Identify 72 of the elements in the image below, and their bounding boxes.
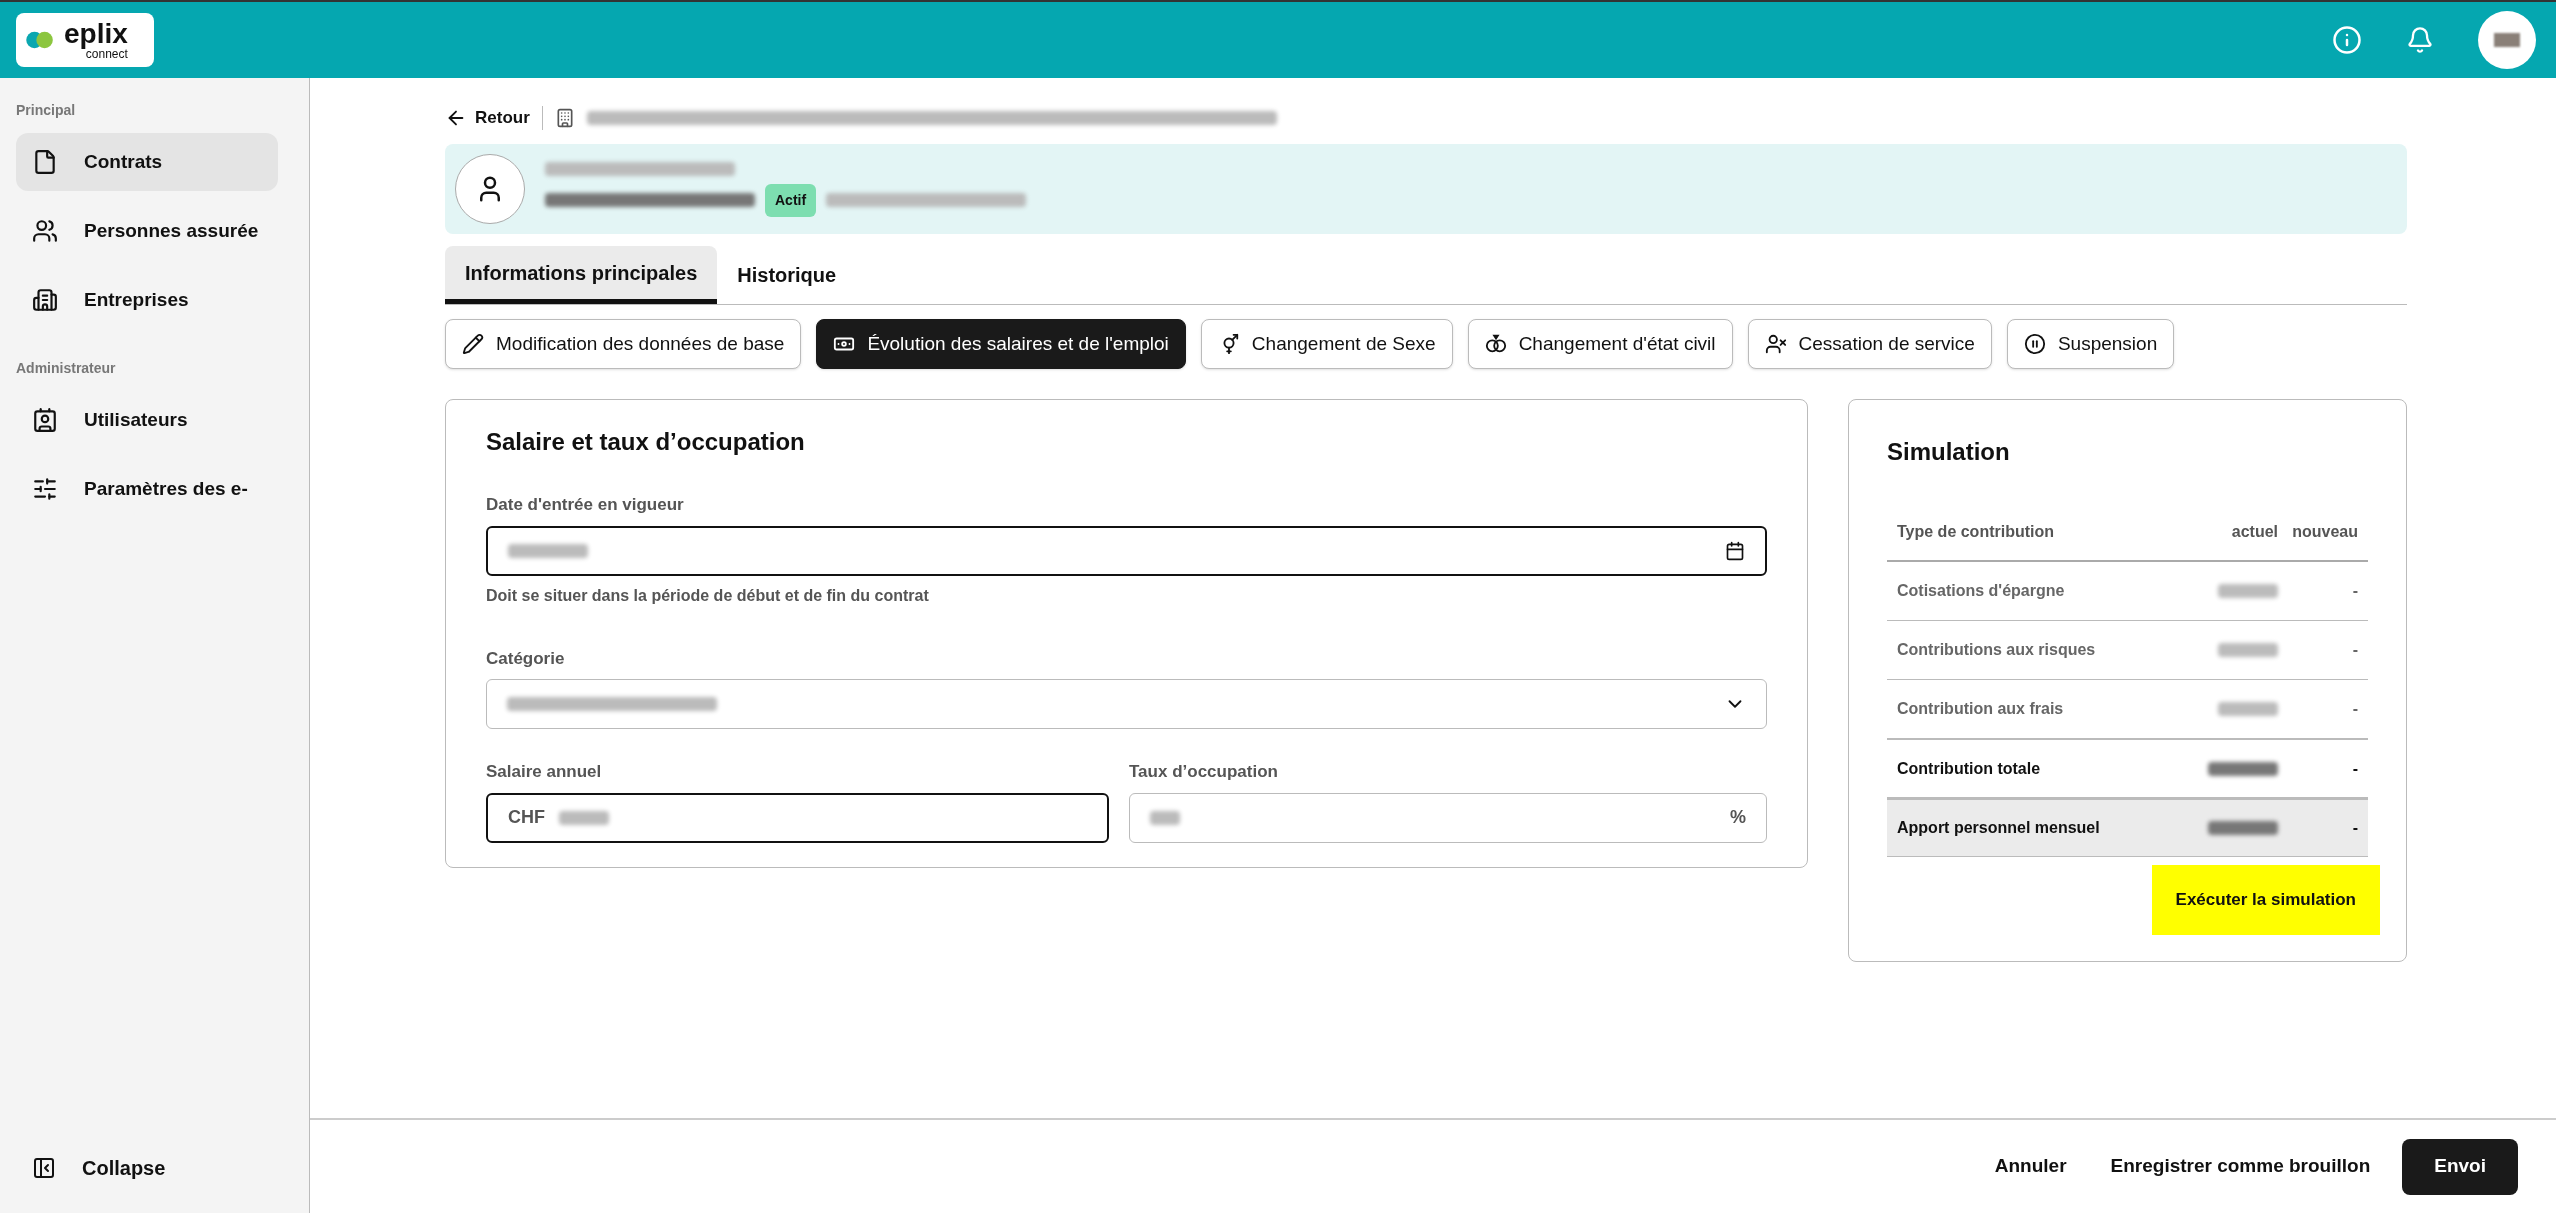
sidebar-item[interactable]: Utilisateurs: [16, 391, 278, 449]
info-icon[interactable]: [2332, 25, 2362, 55]
field-label: Salaire annuel: [486, 761, 603, 783]
salary-input-field[interactable]: CHF: [486, 792, 1109, 843]
action-button[interactable]: Modification des données de base: [445, 319, 802, 369]
tab[interactable]: Informations principales: [445, 246, 718, 304]
logo-mark-icon: [24, 29, 56, 51]
run-simulation-button[interactable]: Exécuter la simulation: [2151, 865, 2380, 935]
tab[interactable]: Historique: [717, 246, 857, 304]
field-label: Date d'entrée en vigueur: [486, 494, 685, 516]
currency-prefix: CHF: [508, 806, 545, 829]
notification-bell-icon[interactable]: [2406, 26, 2434, 54]
action-button[interactable]: Changement d'état civil: [1467, 319, 1733, 369]
eplix-logo[interactable]: eplix connect: [16, 13, 154, 67]
action-button[interactable]: Cessation de service: [1747, 319, 1992, 369]
rings-icon: [1484, 333, 1507, 355]
building-icon: [32, 287, 58, 313]
blurred-text: [2218, 702, 2278, 716]
field-hint: Doit se situer dans la période de début et de fin du contrat: [486, 585, 930, 606]
sidebar-item[interactable]: Personnes assurée: [16, 202, 278, 260]
category-select[interactable]: [486, 679, 1767, 729]
document-icon: [32, 149, 58, 175]
panel-collapse-icon: [32, 1156, 56, 1180]
column-header: Type de contribution: [1897, 522, 2056, 542]
occupation-rate-input-field[interactable]: %: [1129, 792, 1767, 843]
sidebar-section-title: Principal: [16, 101, 77, 120]
card-title: Salaire et taux d’occupation: [486, 427, 806, 457]
table-cell-text: Contribution aux frais: [1897, 699, 2065, 719]
date-input-field[interactable]: [486, 525, 1767, 576]
table-cell-text: Cotisations d'épargne: [1897, 581, 2066, 601]
sidebar-section-title: Administrateur: [16, 359, 117, 378]
pencil-icon: [462, 333, 484, 355]
column-header: actuel: [2230, 522, 2278, 542]
sliders-icon: [32, 476, 58, 502]
pause-icon: [2023, 333, 2046, 355]
collapse-button[interactable]: Collapse: [16, 1143, 293, 1193]
action-button[interactable]: Suspension: [2006, 319, 2175, 369]
action-button[interactable]: Évolution des salaires et de l'emploi: [816, 319, 1186, 369]
table-cell-text: -: [2351, 818, 2358, 838]
table-cell-text: -: [2351, 699, 2358, 719]
users-icon: [32, 218, 58, 244]
logo-tagline: connect: [85, 48, 128, 60]
user-avatar[interactable]: [2478, 11, 2536, 69]
blurred-text: [1150, 810, 1180, 825]
sidebar-item[interactable]: Paramètres des e-: [16, 460, 278, 518]
percent-suffix: %: [1730, 806, 1746, 829]
user-card-icon: [32, 407, 58, 433]
sidebar-item[interactable]: Contrats: [16, 133, 278, 191]
blurred-text: [2208, 761, 2278, 776]
field-label: Catégorie: [486, 647, 566, 670]
action-button[interactable]: Changement de Sexe: [1200, 319, 1453, 369]
blurred-text: [2218, 643, 2278, 657]
save-draft-button[interactable]: Enregistrer comme brouillon: [2098, 1138, 2383, 1195]
table-cell-text: -: [2351, 640, 2358, 660]
cancel-button[interactable]: Annuler: [1982, 1138, 2079, 1195]
blurred-text: [559, 810, 609, 825]
calendar-icon: [1725, 540, 1745, 561]
table-cell-text: -: [2351, 581, 2358, 601]
table-cell-text: -: [2351, 758, 2358, 779]
submit-button[interactable]: Envoi: [2402, 1138, 2518, 1195]
status-badge: Actif: [765, 183, 817, 217]
sidebar-item[interactable]: Entreprises: [16, 271, 278, 329]
table-cell-text: Contribution totale: [1897, 758, 2042, 779]
column-header: nouveau: [2291, 522, 2358, 542]
blurred-text: [2218, 584, 2278, 598]
field-label: Taux d’occupation: [1129, 761, 1279, 783]
card-title: Simulation: [1887, 437, 2011, 467]
back-link[interactable]: Retour: [445, 105, 530, 131]
table-cell-text: Apport personnel mensuel: [1897, 818, 2101, 838]
user-x-icon: [1764, 333, 1787, 355]
table-cell-text: Contributions aux risques: [1897, 640, 2097, 660]
blurred-text: [2208, 821, 2278, 835]
